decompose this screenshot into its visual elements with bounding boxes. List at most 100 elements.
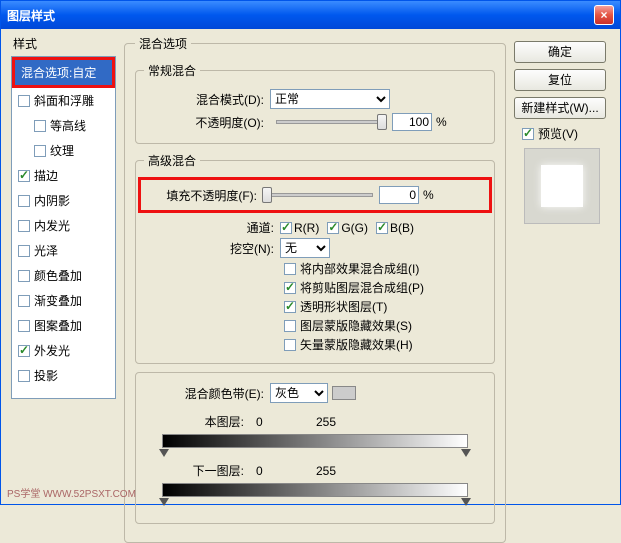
option-label: 将剪贴图层混合成组(P) xyxy=(300,279,424,296)
under-layer-min: 0 xyxy=(256,464,316,478)
style-item-label: 描边 xyxy=(34,167,58,184)
option-label: 图层蒙版隐藏效果(S) xyxy=(300,317,412,334)
chan-b-label: B(B) xyxy=(390,221,414,235)
this-layer-min: 0 xyxy=(256,415,316,429)
option-row: 透明形状图层(T) xyxy=(284,298,486,315)
chan-r-checkbox[interactable] xyxy=(280,222,292,234)
style-item[interactable]: 纹理 xyxy=(12,138,115,163)
style-item[interactable]: 内发光 xyxy=(12,213,115,238)
style-item-label: 内发光 xyxy=(34,217,70,234)
general-blend-group: 常规混合 混合模式(D): 正常 不透明度(O): % xyxy=(135,62,495,144)
style-checkbox[interactable] xyxy=(18,345,30,357)
style-checkbox[interactable] xyxy=(18,195,30,207)
style-item[interactable]: 光泽 xyxy=(12,238,115,263)
opacity-label: 不透明度(O): xyxy=(144,114,264,131)
opacity-input[interactable] xyxy=(392,113,432,131)
style-item[interactable]: 外发光 xyxy=(12,338,115,363)
blendif-select[interactable]: 灰色 xyxy=(270,383,328,403)
this-layer-gradient[interactable] xyxy=(162,434,468,448)
fill-opacity-slider[interactable] xyxy=(263,193,373,197)
style-checkbox[interactable] xyxy=(34,120,46,132)
styles-list: 混合选项:自定斜面和浮雕等高线纹理描边内阴影内发光光泽颜色叠加渐变叠加图案叠加外… xyxy=(11,56,116,399)
option-checkbox[interactable] xyxy=(284,282,296,294)
watermark: PS学堂 WWW.52PSXT.COM xyxy=(7,485,136,500)
blend-options-title: 混合选项 xyxy=(135,35,191,52)
fill-opacity-highlight: 填充不透明度(F): % xyxy=(138,177,492,213)
style-checkbox[interactable] xyxy=(18,170,30,182)
advanced-blend-group: 高级混合 填充不透明度(F): % 通道: R(R) G(G) B(B) xyxy=(135,152,495,364)
blendif-swatch xyxy=(332,386,356,400)
option-checkbox[interactable] xyxy=(284,320,296,332)
fill-opacity-label: 填充不透明度(F): xyxy=(149,187,257,204)
option-label: 将内部效果混合成组(I) xyxy=(300,260,419,277)
style-item-label: 颜色叠加 xyxy=(34,267,82,284)
style-checkbox[interactable] xyxy=(18,95,30,107)
this-layer-max: 255 xyxy=(316,415,336,429)
preview-checkbox[interactable] xyxy=(522,128,534,140)
preview-box xyxy=(524,148,600,224)
option-label: 透明形状图层(T) xyxy=(300,298,387,315)
style-item[interactable]: 等高线 xyxy=(12,113,115,138)
channels-label: 通道: xyxy=(144,219,274,236)
style-checkbox[interactable] xyxy=(34,145,46,157)
styles-label: 样式 xyxy=(11,35,116,52)
option-row: 将剪贴图层混合成组(P) xyxy=(284,279,486,296)
close-icon[interactable]: × xyxy=(594,5,614,25)
under-layer-gradient[interactable] xyxy=(162,483,468,497)
style-item-label: 纹理 xyxy=(50,142,74,159)
style-item-label: 光泽 xyxy=(34,242,58,259)
ok-button[interactable]: 确定 xyxy=(514,41,606,63)
style-item-label: 外发光 xyxy=(34,342,70,359)
chan-r-label: R(R) xyxy=(294,221,319,235)
window-title: 图层样式 xyxy=(7,7,594,24)
style-checkbox[interactable] xyxy=(18,370,30,382)
style-item-label: 混合选项:自定 xyxy=(21,64,96,81)
general-blend-title: 常规混合 xyxy=(144,62,200,79)
blend-mode-select[interactable]: 正常 xyxy=(270,89,390,109)
titlebar: 图层样式 × xyxy=(1,1,620,29)
style-checkbox[interactable] xyxy=(18,220,30,232)
reset-button[interactable]: 复位 xyxy=(514,69,606,91)
style-item[interactable]: 渐变叠加 xyxy=(12,288,115,313)
option-row: 将内部效果混合成组(I) xyxy=(284,260,486,277)
style-item[interactable]: 图案叠加 xyxy=(12,313,115,338)
option-label: 矢量蒙版隐藏效果(H) xyxy=(300,336,413,353)
blendif-group: 混合颜色带(E): 灰色 本图层: 0 255 xyxy=(135,372,495,524)
option-checkbox[interactable] xyxy=(284,339,296,351)
style-checkbox[interactable] xyxy=(18,270,30,282)
chan-b-checkbox[interactable] xyxy=(376,222,388,234)
under-layer-label: 下一图层: xyxy=(144,462,244,479)
style-item[interactable]: 混合选项:自定 xyxy=(12,57,115,88)
style-checkbox[interactable] xyxy=(18,295,30,307)
style-item[interactable]: 内阴影 xyxy=(12,188,115,213)
opacity-slider[interactable] xyxy=(276,120,386,124)
under-layer-max: 255 xyxy=(316,464,336,478)
style-item-label: 渐变叠加 xyxy=(34,292,82,309)
chan-g-checkbox[interactable] xyxy=(327,222,339,234)
style-item-label: 图案叠加 xyxy=(34,317,82,334)
style-item-label: 等高线 xyxy=(50,117,86,134)
style-item[interactable]: 投影 xyxy=(12,363,115,388)
new-style-button[interactable]: 新建样式(W)... xyxy=(514,97,606,119)
pct-label: % xyxy=(423,188,434,202)
style-item[interactable]: 斜面和浮雕 xyxy=(12,88,115,113)
fill-opacity-input[interactable] xyxy=(379,186,419,204)
style-item[interactable]: 颜色叠加 xyxy=(12,263,115,288)
option-checkbox[interactable] xyxy=(284,301,296,313)
style-item[interactable]: 描边 xyxy=(12,163,115,188)
option-row: 图层蒙版隐藏效果(S) xyxy=(284,317,486,334)
advanced-blend-title: 高级混合 xyxy=(144,152,200,169)
knockout-label: 挖空(N): xyxy=(144,240,274,257)
style-checkbox[interactable] xyxy=(18,245,30,257)
option-checkbox[interactable] xyxy=(284,263,296,275)
style-item-label: 内阴影 xyxy=(34,192,70,209)
style-checkbox[interactable] xyxy=(18,320,30,332)
chan-g-label: G(G) xyxy=(341,221,368,235)
style-item-label: 斜面和浮雕 xyxy=(34,92,94,109)
knockout-select[interactable]: 无 xyxy=(280,238,330,258)
blend-options-group: 混合选项 常规混合 混合模式(D): 正常 不透明度(O): % xyxy=(124,35,506,543)
pct-label: % xyxy=(436,115,447,129)
this-layer-label: 本图层: xyxy=(144,413,244,430)
option-row: 矢量蒙版隐藏效果(H) xyxy=(284,336,486,353)
blendif-label: 混合颜色带(E): xyxy=(144,385,264,402)
